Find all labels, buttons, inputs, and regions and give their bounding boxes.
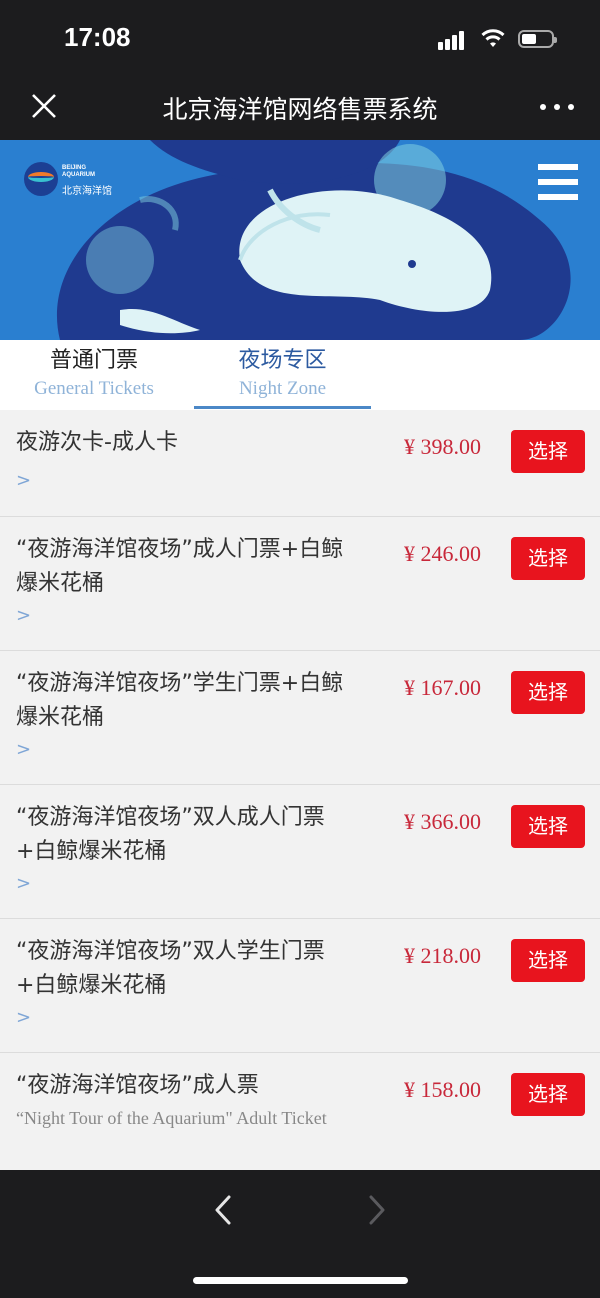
- wifi-icon: [481, 29, 505, 47]
- aquarium-logo: BEIJING AQUARIUM 北京海洋馆: [24, 162, 119, 202]
- ticket-name: “夜游海洋馆夜场”双人成人门票+白鲸爆米花桶: [16, 805, 325, 864]
- logo-en-line2: AQUARIUM: [62, 172, 95, 178]
- select-button[interactable]: 选择: [511, 430, 585, 473]
- ticket-price: ¥ 366.00: [404, 809, 481, 834]
- tab-general-tickets[interactable]: 普通门票 General Tickets: [14, 340, 174, 410]
- ticket-name: “夜游海洋馆夜场”成人门票+白鲸爆米花桶: [16, 537, 344, 596]
- expand-arrow-icon[interactable]: >: [16, 873, 31, 894]
- logo-en-line1: BEIJING: [62, 165, 87, 171]
- ticket-name: “夜游海洋馆夜场”成人票: [16, 1073, 259, 1098]
- cellular-signal-icon: [438, 30, 470, 50]
- ticket-subtitle: “Night Tour of the Aquarium" Adult Ticke…: [16, 1108, 327, 1128]
- ticket-item[interactable]: 夜游次卡-成人卡 > ¥ 398.00 选择: [0, 410, 600, 517]
- ticket-price: ¥ 398.00: [404, 434, 481, 459]
- logo-mark-icon: [24, 162, 58, 196]
- ticket-price: ¥ 158.00: [404, 1077, 481, 1102]
- status-bar: 17:08: [0, 0, 600, 76]
- hamburger-menu-icon[interactable]: [538, 164, 578, 202]
- select-button[interactable]: 选择: [511, 537, 585, 580]
- select-button[interactable]: 选择: [511, 671, 585, 714]
- ticket-item[interactable]: “夜游海洋馆夜场”双人学生门票+白鲸爆米花桶 > ¥ 218.00 选择: [0, 919, 600, 1053]
- tab-night-zone[interactable]: 夜场专区 Night Zone: [194, 340, 371, 410]
- back-arrow-icon[interactable]: [212, 1194, 234, 1226]
- expand-arrow-icon[interactable]: >: [16, 470, 31, 491]
- battery-icon: [518, 30, 557, 48]
- ticket-name: “夜游海洋馆夜场”学生门票+白鲸爆米花桶: [16, 671, 344, 730]
- active-tab-indicator: [194, 406, 371, 409]
- ticket-price: ¥ 246.00: [404, 541, 481, 566]
- forward-arrow-icon[interactable]: [366, 1194, 388, 1226]
- ticket-name: 夜游次卡-成人卡: [16, 430, 178, 455]
- ticket-item[interactable]: “夜游海洋馆夜场”双人成人门票+白鲸爆米花桶 > ¥ 366.00 选择: [0, 785, 600, 919]
- expand-arrow-icon[interactable]: >: [16, 739, 31, 760]
- expand-arrow-icon[interactable]: >: [16, 605, 31, 626]
- home-indicator[interactable]: [193, 1277, 408, 1284]
- ticket-item[interactable]: “夜游海洋馆夜场”成人门票+白鲸爆米花桶 > ¥ 246.00 选择: [0, 517, 600, 651]
- ticket-list: 夜游次卡-成人卡 > ¥ 398.00 选择 “夜游海洋馆夜场”成人门票+白鲸爆…: [0, 410, 600, 1170]
- more-options-icon[interactable]: [540, 104, 574, 112]
- expand-arrow-icon[interactable]: >: [16, 1007, 31, 1028]
- ticket-price: ¥ 218.00: [404, 943, 481, 968]
- ticket-price: ¥ 167.00: [404, 675, 481, 700]
- banner: BEIJING AQUARIUM 北京海洋馆: [0, 140, 600, 340]
- logo-cn: 北京海洋馆: [62, 186, 112, 197]
- status-time: 17:08: [64, 22, 131, 52]
- page-title: 北京海洋馆网络售票系统: [162, 95, 438, 124]
- ticket-name: “夜游海洋馆夜场”双人学生门票+白鲸爆米花桶: [16, 939, 325, 998]
- select-button[interactable]: 选择: [511, 1073, 585, 1116]
- select-button[interactable]: 选择: [511, 805, 585, 848]
- ticket-item[interactable]: “夜游海洋馆夜场”学生门票+白鲸爆米花桶 > ¥ 167.00 选择: [0, 651, 600, 785]
- ticket-tabs: 普通门票 General Tickets 夜场专区 Night Zone: [0, 340, 600, 410]
- select-button[interactable]: 选择: [511, 939, 585, 982]
- ticket-item[interactable]: “夜游海洋馆夜场”成人票 “Night Tour of the Aquarium…: [0, 1053, 600, 1170]
- nav-bar: 北京海洋馆网络售票系统: [0, 76, 600, 140]
